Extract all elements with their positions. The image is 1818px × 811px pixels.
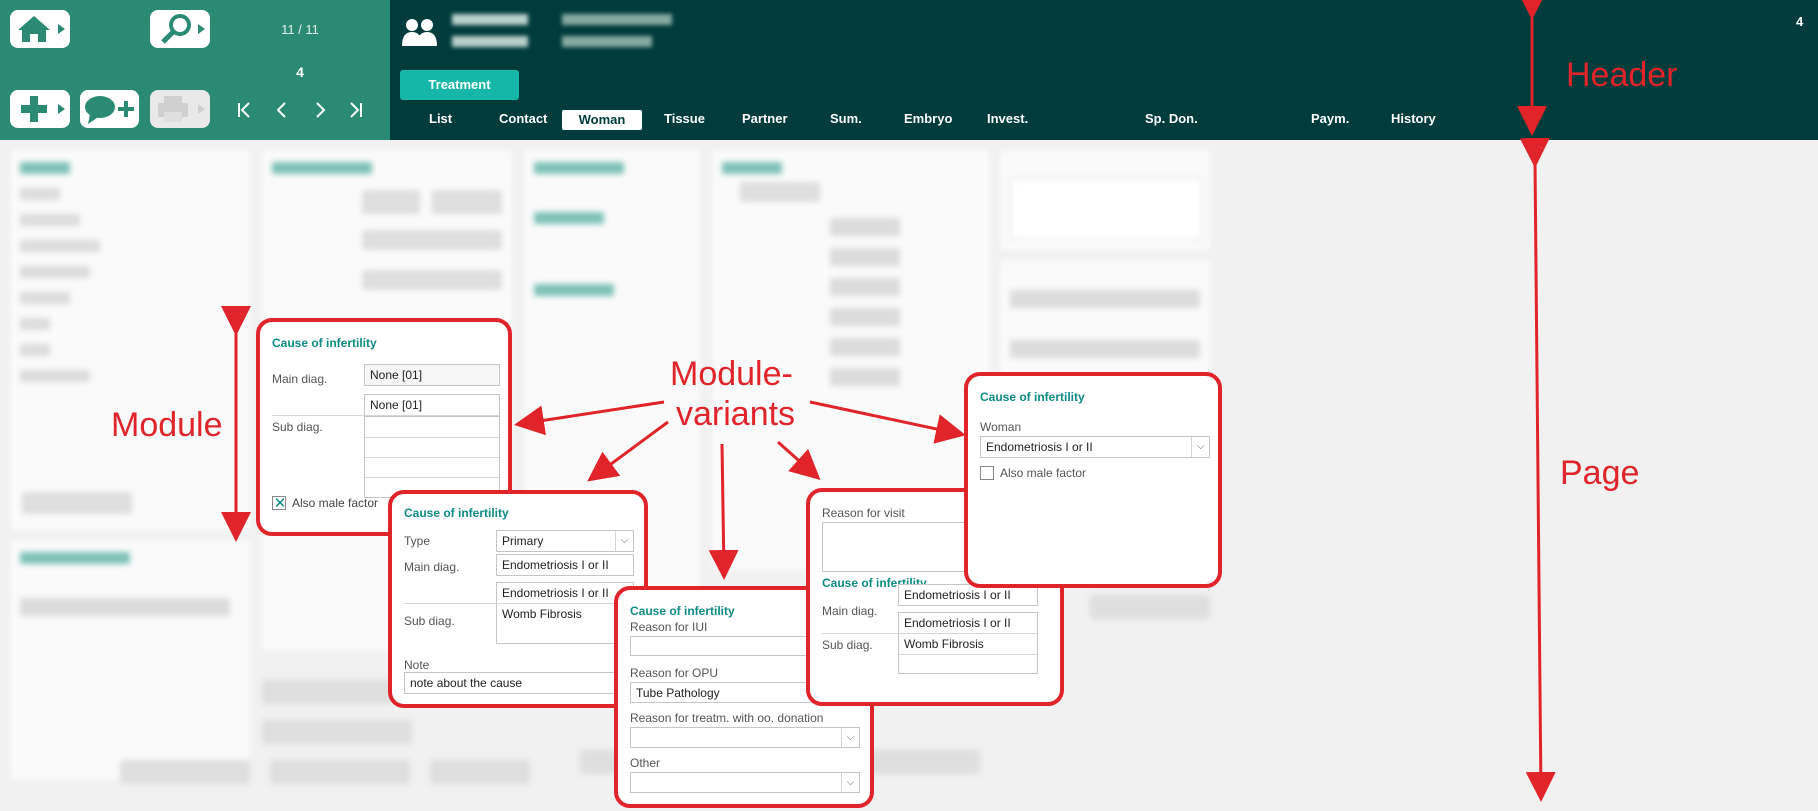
page-annotation: Page	[1560, 454, 1640, 492]
header-annotation: Header	[1566, 56, 1678, 94]
module-annotation: Module	[111, 406, 223, 444]
annotation-arrows	[221, 0, 1556, 802]
module-variants-annotation-line1: Module-	[670, 355, 793, 393]
module-variants-annotation-line2: variants	[676, 395, 796, 433]
